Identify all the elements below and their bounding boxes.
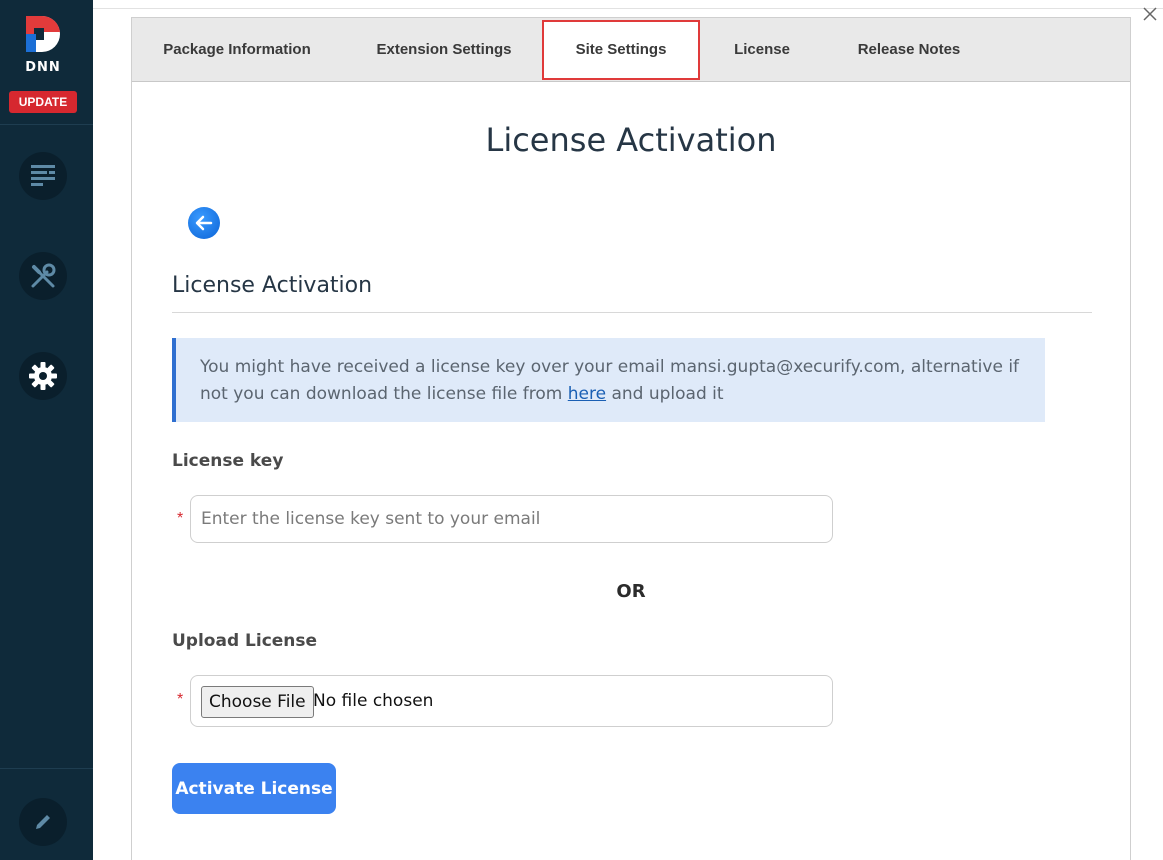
choose-file-button[interactable]: Choose File — [201, 686, 314, 718]
top-border — [93, 8, 1163, 9]
activate-license-button[interactable]: Activate License — [172, 763, 336, 814]
section-title: License Activation — [172, 273, 373, 298]
tab-site-settings[interactable]: Site Settings — [542, 20, 700, 80]
page-title: License Activation — [485, 121, 777, 159]
content-icon — [31, 165, 55, 186]
license-key-field-wrapper — [190, 495, 833, 543]
tab-bar: Package Information Extension Settings S… — [132, 18, 1130, 82]
upload-license-label: Upload License — [172, 631, 318, 651]
required-marker: * — [177, 691, 184, 708]
file-status-text: No file chosen — [313, 691, 434, 711]
sidebar-item-settings[interactable] — [19, 352, 67, 400]
tab-license[interactable]: License — [712, 18, 812, 82]
arrow-left-icon — [195, 215, 213, 231]
sidebar-divider — [0, 124, 93, 125]
license-key-label: License key — [172, 451, 284, 471]
close-icon[interactable] — [1142, 6, 1158, 22]
tools-icon — [31, 263, 56, 288]
update-button[interactable]: UPDATE — [9, 91, 77, 113]
download-license-link[interactable]: here — [568, 384, 606, 404]
upload-license-field: Choose File No file chosen — [190, 675, 833, 727]
sidebar-divider-bottom — [0, 768, 93, 769]
or-separator: OR — [616, 581, 646, 602]
extension-panel: Package Information Extension Settings S… — [131, 17, 1131, 860]
required-marker: * — [177, 510, 184, 527]
logo-text: DNN — [25, 60, 61, 75]
info-message: You might have received a license key ov… — [172, 338, 1045, 422]
sidebar-item-tools[interactable] — [19, 252, 67, 300]
back-button[interactable] — [188, 207, 220, 239]
gear-icon — [29, 362, 57, 390]
license-key-input[interactable] — [191, 496, 832, 542]
dnn-logo-icon[interactable] — [22, 14, 66, 54]
tab-extension-settings[interactable]: Extension Settings — [354, 18, 534, 82]
pencil-icon — [36, 815, 50, 829]
tab-release-notes[interactable]: Release Notes — [834, 18, 984, 82]
tab-package-information[interactable]: Package Information — [142, 18, 332, 82]
info-text-after: and upload it — [606, 384, 724, 404]
sidebar-item-content[interactable] — [19, 152, 67, 200]
section-divider — [172, 312, 1092, 313]
sidebar: DNN UPDATE — [0, 0, 93, 860]
sidebar-item-edit[interactable] — [19, 798, 67, 846]
